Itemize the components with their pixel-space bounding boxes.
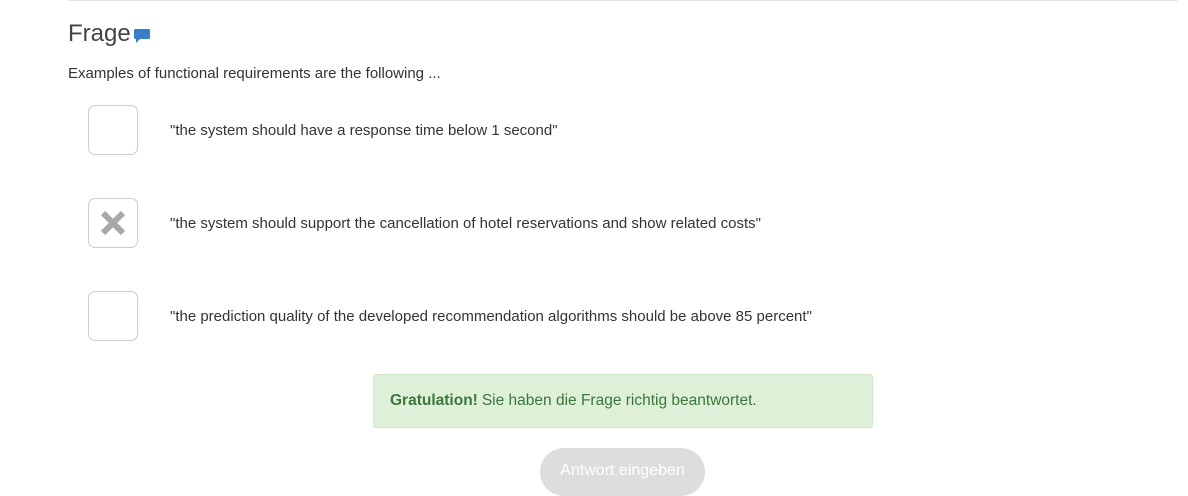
submit-answer-button[interactable]: Antwort eingeben [540, 448, 705, 496]
option-label-2: "the system should support the cancellat… [170, 214, 761, 232]
comment-icon[interactable] [133, 28, 151, 44]
option-checkbox-2[interactable] [88, 198, 138, 248]
alert-strong-text: Gratulation! [390, 392, 478, 409]
question-heading: Frage [68, 18, 151, 50]
answer-option-3[interactable]: "the prediction quality of the developed… [88, 291, 812, 341]
answer-option-1[interactable]: "the system should have a response time … [88, 105, 558, 155]
alert-message: Sie haben die Frage richtig beantwortet. [481, 392, 757, 409]
option-label-3: "the prediction quality of the developed… [170, 307, 812, 325]
question-text: Examples of functional requirements are … [68, 65, 441, 82]
answer-option-2[interactable]: "the system should support the cancellat… [88, 198, 761, 248]
option-label-1: "the system should have a response time … [170, 121, 558, 139]
x-mark-icon [100, 210, 126, 236]
success-alert: Gratulation! Sie haben die Frage richtig… [373, 374, 873, 428]
top-divider [68, 0, 1178, 1]
question-title: Frage [68, 20, 131, 47]
option-checkbox-3[interactable] [88, 291, 138, 341]
option-checkbox-1[interactable] [88, 105, 138, 155]
